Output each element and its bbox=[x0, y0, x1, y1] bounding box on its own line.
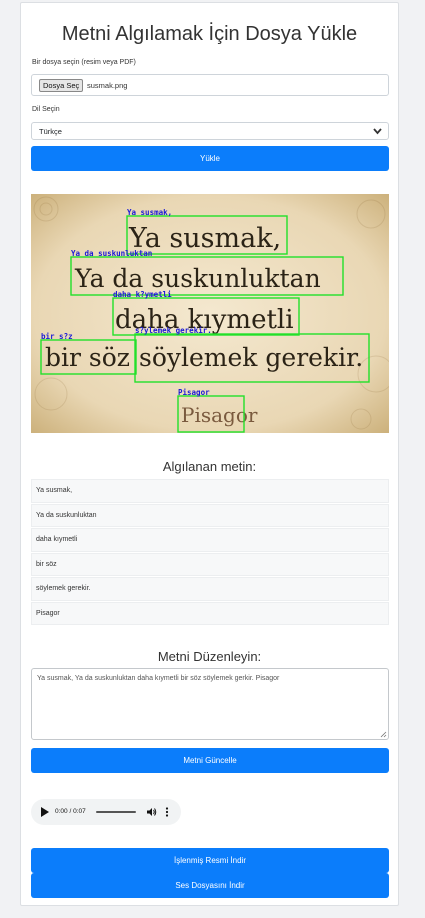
selected-file-name: susmak.png bbox=[87, 81, 128, 90]
language-label: Dil Seçin bbox=[32, 106, 60, 113]
processed-image: Ya susmak, Ya da suskunluktan daha kıyme… bbox=[31, 194, 389, 433]
edit-text-content: Ya susmak, Ya da suskunluktan daha kıyme… bbox=[37, 675, 280, 682]
upload-button[interactable]: Yükle bbox=[31, 146, 389, 171]
language-selected-value: Türkçe bbox=[39, 127, 62, 136]
upload-card: Metni Algılamak İçin Dosya Yükle Bir dos… bbox=[20, 2, 399, 906]
audio-progress-slider[interactable] bbox=[96, 811, 136, 813]
file-input-label: Bir dosya seçin (resim veya PDF) bbox=[32, 59, 136, 66]
list-item: Ya da suskunluktan bbox=[31, 503, 389, 527]
play-icon[interactable] bbox=[41, 807, 49, 817]
list-item: Pisagor bbox=[31, 601, 389, 625]
edit-text-heading: Metni Düzenleyin: bbox=[157, 649, 262, 664]
list-item: daha kıymetli bbox=[31, 528, 389, 552]
detection-label: bir s?z bbox=[41, 332, 73, 341]
download-image-button[interactable]: İşlenmiş Resmi İndir bbox=[31, 848, 389, 873]
detection-label: daha k?ymetli bbox=[113, 290, 172, 299]
list-item: bir söz bbox=[31, 552, 389, 576]
image-line-5: söylemek gerekir. bbox=[139, 343, 363, 372]
image-line-6: Pisagor bbox=[181, 403, 258, 427]
more-options-icon[interactable] bbox=[165, 807, 169, 817]
volume-icon[interactable] bbox=[147, 807, 157, 817]
language-select[interactable]: Türkçe bbox=[31, 122, 389, 140]
detection-label: Pisagor bbox=[178, 388, 210, 397]
edit-text-area[interactable]: Ya susmak, Ya da suskunluktan daha kıyme… bbox=[31, 668, 389, 740]
update-text-button[interactable]: Metni Güncelle bbox=[31, 748, 389, 773]
detected-text-heading: Algılanan metin: bbox=[162, 459, 257, 474]
page-title: Metni Algılamak İçin Dosya Yükle bbox=[61, 23, 358, 45]
detection-label: s?ylemek gerekir. bbox=[135, 326, 212, 335]
detected-text-list: Ya susmak, Ya da suskunluktan daha kıyme… bbox=[31, 479, 389, 626]
image-line-2: Ya da suskunluktan bbox=[74, 264, 321, 293]
file-input[interactable]: Dosya Seç susmak.png bbox=[31, 74, 389, 96]
list-item: Ya susmak, bbox=[31, 479, 389, 503]
image-line-4: bir söz bbox=[45, 343, 130, 372]
chevron-down-icon bbox=[373, 128, 382, 135]
audio-time: 0:00 / 0:07 bbox=[55, 808, 86, 815]
download-audio-button[interactable]: Ses Dosyasını İndir bbox=[31, 873, 389, 898]
detection-label: Ya da suskunluktan bbox=[71, 249, 152, 258]
resize-handle-icon[interactable] bbox=[380, 731, 387, 738]
choose-file-button[interactable]: Dosya Seç bbox=[39, 79, 84, 92]
list-item: söylemek gerekir. bbox=[31, 577, 389, 601]
audio-player[interactable]: 0:00 / 0:07 bbox=[31, 799, 181, 825]
detection-label: Ya susmak, bbox=[127, 208, 172, 217]
